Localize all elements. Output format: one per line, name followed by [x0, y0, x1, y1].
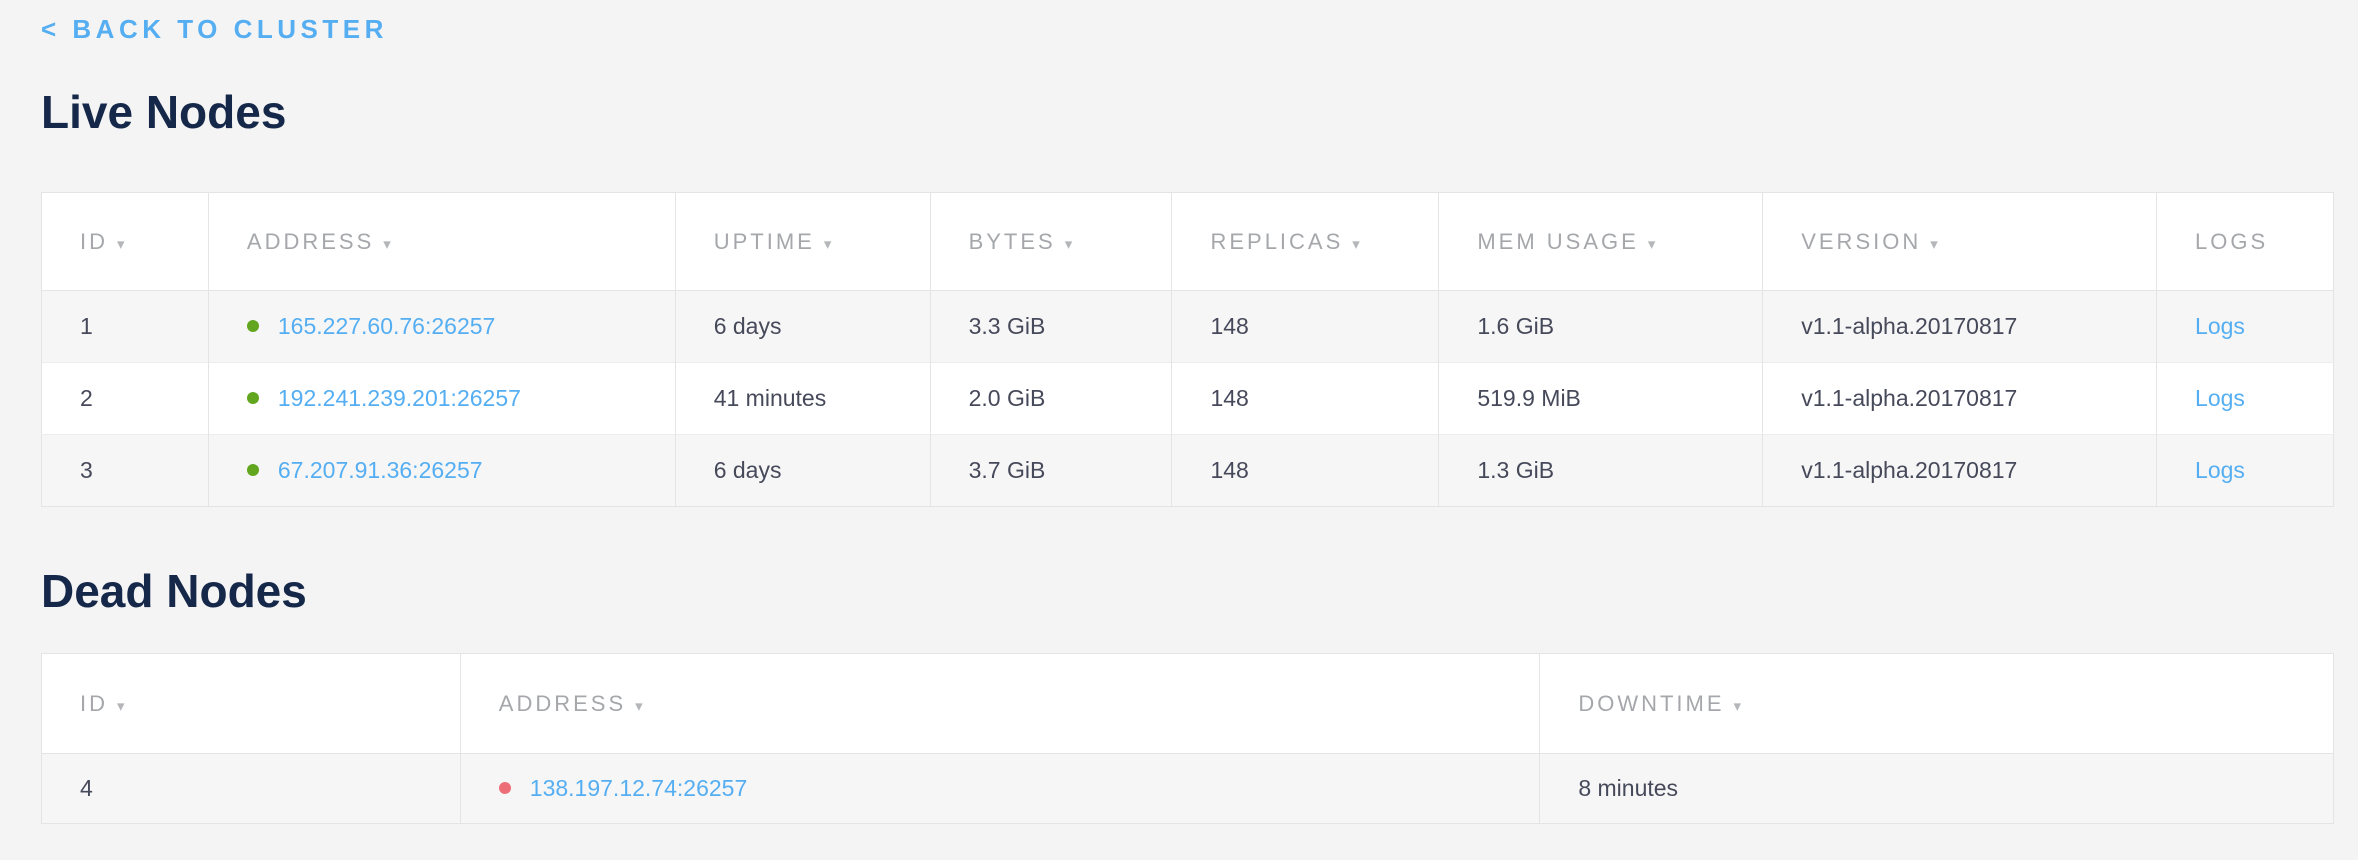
sort-down-icon: ▾: [824, 236, 832, 253]
id-cell: 2: [42, 363, 209, 435]
address-cell: 138.197.12.74:26257: [460, 754, 1540, 824]
mem-usage-cell: 1.3 GiB: [1439, 435, 1763, 507]
column-label: ADDRESS: [247, 229, 374, 254]
logs-link[interactable]: Logs: [2195, 385, 2245, 411]
logs-link[interactable]: Logs: [2195, 457, 2245, 483]
downtime-cell: 8 minutes: [1540, 754, 2334, 824]
column-label: LOGS: [2195, 229, 2268, 254]
dead-node-row: 4 138.197.12.74:26257 8 minutes: [42, 754, 2334, 824]
bytes-cell: 2.0 GiB: [930, 363, 1172, 435]
bytes-cell: 3.7 GiB: [930, 435, 1172, 507]
column-label: ID: [80, 691, 108, 716]
version-cell: v1.1-alpha.20170817: [1763, 291, 2157, 363]
column-header-mem-usage[interactable]: MEM USAGE ▾: [1439, 193, 1763, 291]
uptime-cell: 6 days: [675, 291, 930, 363]
replicas-cell: 148: [1172, 363, 1439, 435]
column-label: BYTES: [969, 229, 1056, 254]
column-header-version[interactable]: VERSION ▾: [1763, 193, 2157, 291]
column-header-id[interactable]: ID ▾: [42, 193, 209, 291]
logs-cell: Logs: [2157, 291, 2334, 363]
node-status-dot: [247, 392, 259, 404]
column-label: VERSION: [1801, 229, 1921, 254]
sort-down-icon: ▾: [383, 236, 391, 253]
dead-nodes-body: 4 138.197.12.74:26257 8 minutes: [42, 754, 2334, 824]
nodes-page: < BACK TO CLUSTER Live Nodes ID ▾ ADDRESS…: [0, 0, 2358, 824]
replicas-cell: 148: [1172, 291, 1439, 363]
back-to-cluster-link[interactable]: < BACK TO CLUSTER: [41, 14, 388, 44]
logs-link[interactable]: Logs: [2195, 313, 2245, 339]
dead-nodes-title: Dead Nodes: [41, 563, 2334, 619]
live-nodes-header: ID ▾ ADDRESS ▾ UPTIME ▾ BYTES ▾ REPLICAS ▾ ME…: [42, 193, 2334, 291]
column-header-bytes[interactable]: BYTES ▾: [930, 193, 1172, 291]
node-status-dot: [247, 320, 259, 332]
sort-down-icon: ▾: [117, 236, 125, 253]
id-cell: 4: [42, 754, 461, 824]
column-label: DOWNTIME: [1578, 691, 1724, 716]
dead-nodes-table: ID ▾ ADDRESS ▾ DOWNTIME ▾ 4 138.197.12.74:2…: [41, 653, 2334, 824]
column-header-downtime[interactable]: DOWNTIME ▾: [1540, 654, 2334, 754]
uptime-cell: 41 minutes: [675, 363, 930, 435]
column-header-address[interactable]: ADDRESS ▾: [208, 193, 675, 291]
column-header-address[interactable]: ADDRESS ▾: [460, 654, 1540, 754]
uptime-cell: 6 days: [675, 435, 930, 507]
column-header-uptime[interactable]: UPTIME ▾: [675, 193, 930, 291]
column-label: REPLICAS: [1210, 229, 1343, 254]
column-label: ID: [80, 229, 108, 254]
sort-down-icon: ▾: [1930, 236, 1938, 253]
replicas-cell: 148: [1172, 435, 1439, 507]
sort-down-icon: ▾: [1065, 236, 1073, 253]
column-header-replicas[interactable]: REPLICAS ▾: [1172, 193, 1439, 291]
column-label: UPTIME: [714, 229, 815, 254]
version-cell: v1.1-alpha.20170817: [1763, 435, 2157, 507]
logs-cell: Logs: [2157, 363, 2334, 435]
node-status-dot: [499, 782, 511, 794]
id-cell: 1: [42, 291, 209, 363]
logs-cell: Logs: [2157, 435, 2334, 507]
live-nodes-table: ID ▾ ADDRESS ▾ UPTIME ▾ BYTES ▾ REPLICAS ▾ ME…: [41, 192, 2334, 507]
column-header-logs: LOGS: [2157, 193, 2334, 291]
node-address-link[interactable]: 67.207.91.36:26257: [278, 457, 483, 483]
live-node-row: 1 165.227.60.76:26257 6 days 3.3 GiB 148…: [42, 291, 2334, 363]
live-nodes-body: 1 165.227.60.76:26257 6 days 3.3 GiB 148…: [42, 291, 2334, 507]
bytes-cell: 3.3 GiB: [930, 291, 1172, 363]
address-cell: 192.241.239.201:26257: [208, 363, 675, 435]
live-nodes-title: Live Nodes: [41, 84, 2334, 140]
address-cell: 165.227.60.76:26257: [208, 291, 675, 363]
node-address-link[interactable]: 165.227.60.76:26257: [278, 313, 495, 339]
column-header-id[interactable]: ID ▾: [42, 654, 461, 754]
live-node-row: 3 67.207.91.36:26257 6 days 3.7 GiB 148 …: [42, 435, 2334, 507]
node-address-link[interactable]: 138.197.12.74:26257: [530, 775, 747, 801]
sort-down-icon: ▾: [1734, 698, 1742, 715]
sort-down-icon: ▾: [117, 698, 125, 715]
mem-usage-cell: 519.9 MiB: [1439, 363, 1763, 435]
node-address-link[interactable]: 192.241.239.201:26257: [278, 385, 521, 411]
sort-down-icon: ▾: [1352, 236, 1360, 253]
dead-nodes-header: ID ▾ ADDRESS ▾ DOWNTIME ▾: [42, 654, 2334, 754]
node-status-dot: [247, 464, 259, 476]
column-label: ADDRESS: [499, 691, 626, 716]
address-cell: 67.207.91.36:26257: [208, 435, 675, 507]
id-cell: 3: [42, 435, 209, 507]
live-node-row: 2 192.241.239.201:26257 41 minutes 2.0 G…: [42, 363, 2334, 435]
version-cell: v1.1-alpha.20170817: [1763, 363, 2157, 435]
column-label: MEM USAGE: [1477, 229, 1638, 254]
mem-usage-cell: 1.6 GiB: [1439, 291, 1763, 363]
sort-down-icon: ▾: [1648, 236, 1656, 253]
sort-down-icon: ▾: [635, 698, 643, 715]
